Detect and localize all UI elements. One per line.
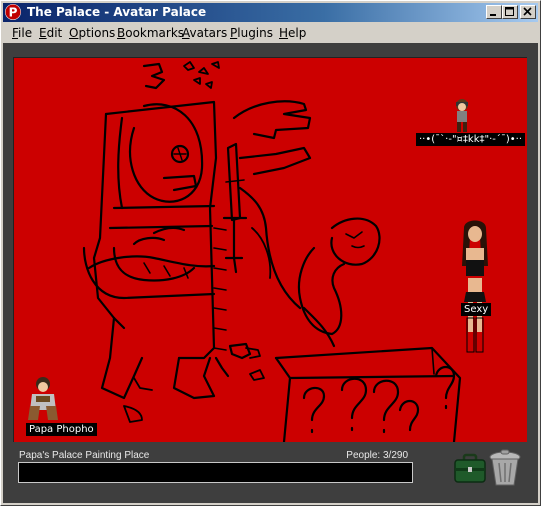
title-bar[interactable]: P The Palace - Avatar Palace [3,3,538,22]
menu-edit[interactable]: Edit [39,26,62,40]
maximize-icon [505,7,514,16]
status-bar: Papa's Palace Painting Place People: 3/2… [18,449,414,463]
minimize-button[interactable] [486,5,502,19]
user-avatar-1[interactable] [452,98,472,138]
chat-input[interactable] [18,462,413,483]
avatar-figure-icon [456,99,468,132]
menu-bookmarks[interactable]: Bookmarks [117,26,184,40]
menu-plugins[interactable]: Plugins [230,26,273,40]
close-icon [523,7,532,16]
maximize-button[interactable] [502,5,518,19]
user-name-tag-2[interactable]: Sexy [461,303,492,316]
avatar-figure-icon [28,377,58,420]
menu-avatars[interactable]: Avatars [182,26,227,40]
window-title: The Palace - Avatar Palace [27,5,207,19]
menu-options[interactable]: Options [69,26,115,40]
close-button[interactable] [520,5,536,19]
palace-logo-icon[interactable]: P [5,4,21,20]
user-name-tag-1[interactable]: ··•(¯`·-"¤‡kk‡"·-´¯)•·· [416,133,526,146]
room-canvas[interactable]: ··•(¯`·-"¤‡kk‡"·-´¯)•·· Sexy Papa Phopho [13,57,527,442]
menu-help[interactable]: Help [279,26,306,40]
menu-file[interactable]: File [12,26,32,40]
room-name: Papa's Palace Painting Place [19,450,150,461]
menu-bar: File Edit Options Bookmarks Avatars Plug… [3,23,538,42]
people-count: People: 3/290 [346,450,408,461]
minimize-icon [490,14,496,16]
svg-text:P: P [9,6,18,20]
trash-can-icon[interactable] [488,449,522,491]
briefcase-props-icon[interactable] [453,452,487,490]
user-avatar-2[interactable] [458,218,492,358]
avatar-figure-icon [462,220,488,353]
user-avatar-3[interactable] [26,376,60,426]
room-drawing [82,61,462,442]
user-name-tag-3[interactable]: Papa Phopho [26,423,97,436]
